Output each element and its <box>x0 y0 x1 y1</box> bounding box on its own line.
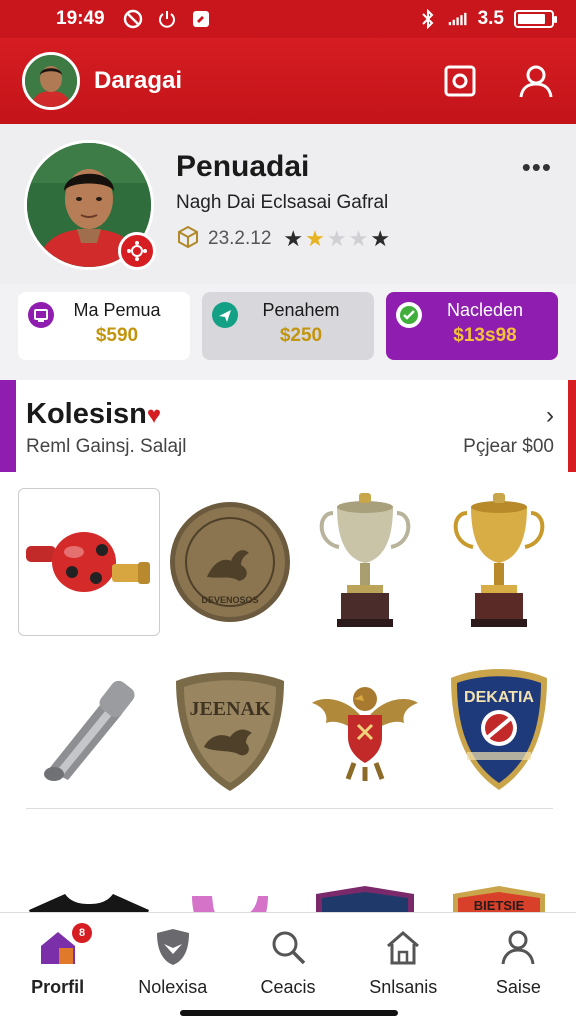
no-entry-icon <box>123 9 143 29</box>
bluetooth-icon <box>418 9 438 29</box>
collection-grid: DEVENOSOS JEENAK DEKATIA BIETSIE <box>18 488 563 912</box>
stat-card[interactable]: Nacleden $13s98 <box>386 292 558 360</box>
signal-icon <box>448 9 468 29</box>
stat-label: Ma Pemua <box>73 300 161 320</box>
nav-badge: 8 <box>72 923 92 943</box>
home-indicator[interactable] <box>180 1010 398 1016</box>
coin-medal-item[interactable]: DEVENOSOS <box>166 488 294 636</box>
app-bar: Daragai <box>0 38 576 124</box>
stats-row: Ma Pemua $590 Penahem $250 Nacleden $13s… <box>18 292 558 360</box>
house-icon <box>383 927 423 967</box>
tablet-icon <box>28 302 54 328</box>
red-shield-inscription: BIETSIE <box>474 898 525 912</box>
box-icon <box>176 224 200 254</box>
star-rating: ★ ★ ★ ★ ★ <box>283 226 390 252</box>
star-icon: ★ <box>305 226 325 251</box>
search-icon <box>268 927 308 967</box>
nav-label: Nolexisa <box>138 977 208 997</box>
gold-trophy-item[interactable] <box>435 488 563 636</box>
collection-section: Kolesisn♥ › Reml Gainsj. Salajl Pçjear $… <box>0 380 576 912</box>
heart-icon: ♥ <box>146 402 162 429</box>
silver-trophy-item[interactable] <box>301 488 429 636</box>
network-label: 3.5 <box>477 8 504 29</box>
nav-item-settings[interactable]: Saise <box>461 913 576 1024</box>
stat-label: Penahem <box>262 300 340 320</box>
status-bar: 19:49 3.5 <box>0 0 576 38</box>
shield-inscription: JEENAK <box>190 698 272 720</box>
avatar[interactable] <box>22 52 80 110</box>
bottom-navigation: 8 Prorfil Nolexisa Ceacis Snlsanis Saise <box>0 912 576 1024</box>
pink-tank-top-item[interactable] <box>166 824 294 912</box>
red-shield-item[interactable]: BIETSIE <box>435 824 563 912</box>
nav-label: Saise <box>495 977 541 997</box>
star-icon: ★ <box>348 226 369 251</box>
profile-name: Penuadai <box>176 150 310 183</box>
black-jersey-item[interactable] <box>18 824 160 912</box>
stat-value: $13s98 <box>453 325 517 346</box>
notification-icon <box>191 9 211 29</box>
eagle-emblem-item[interactable] <box>301 656 429 804</box>
plane-icon <box>212 302 238 328</box>
profile-card: Penuadai Nagh Dai Eclsasai Gafral 23.2.1… <box>0 124 576 284</box>
camera-icon[interactable] <box>442 63 478 99</box>
collection-subtitle: Reml Gainsj. Salajl <box>26 436 187 457</box>
chevron-right-icon[interactable]: › <box>546 402 554 430</box>
profile-meta-value: 23.2.12 <box>208 228 272 249</box>
collection-price: Pçjear $00 <box>463 436 554 457</box>
bronze-shield-item[interactable]: JEENAK <box>166 656 294 804</box>
star-icon: ★ <box>283 226 304 251</box>
nav-item-collection[interactable]: Nolexisa <box>115 913 230 1024</box>
star-icon: ★ <box>326 226 347 251</box>
nav-item-profile[interactable]: 8 Prorfil <box>0 913 115 1024</box>
stat-card[interactable]: Ma Pemua $590 <box>18 292 190 360</box>
accent-bar <box>0 380 16 472</box>
nav-label: Snlsanis <box>369 977 438 997</box>
blue-shield-item[interactable]: DEKATIA <box>435 656 563 804</box>
profile-subtitle: Nagh Dai Eclsasai Gafral <box>176 192 389 213</box>
stat-label: Nacleden <box>446 300 524 320</box>
crest-badge-item[interactable] <box>301 824 429 912</box>
nav-item-search[interactable]: Ceacis <box>230 913 345 1024</box>
collection-header[interactable]: Kolesisn♥ › Reml Gainsj. Salajl Pçjear $… <box>0 380 576 472</box>
stat-value: $250 <box>279 325 323 346</box>
divider <box>26 808 553 809</box>
metal-whistle-item[interactable] <box>18 656 160 804</box>
app-title: Daragai <box>94 67 183 94</box>
coin-inscription: DEVENOSOS <box>202 595 259 605</box>
team-badge-icon <box>118 232 156 270</box>
whistle-item[interactable] <box>18 488 160 636</box>
shield-icon <box>153 927 193 967</box>
power-icon <box>157 9 177 29</box>
profile-meta: 23.2.12 ★ ★ ★ ★ ★ <box>176 224 390 254</box>
check-icon <box>396 302 422 328</box>
nav-label: Ceacis <box>260 977 316 997</box>
accent-bar <box>568 380 576 472</box>
nav-item-home[interactable]: Snlsanis <box>346 913 461 1024</box>
stat-card[interactable]: Penahem $250 <box>202 292 374 360</box>
blue-shield-inscription: DEKATIA <box>464 689 534 706</box>
more-icon[interactable]: ••• <box>522 152 552 183</box>
stat-value: $590 <box>95 325 139 346</box>
person-icon <box>498 927 538 967</box>
battery-icon <box>514 10 557 28</box>
star-icon: ★ <box>370 226 391 251</box>
collection-title: Kolesisn♥ <box>26 398 162 430</box>
user-icon[interactable] <box>518 63 554 99</box>
nav-label: Prorfil <box>31 977 85 997</box>
status-time: 19:49 <box>56 8 105 29</box>
